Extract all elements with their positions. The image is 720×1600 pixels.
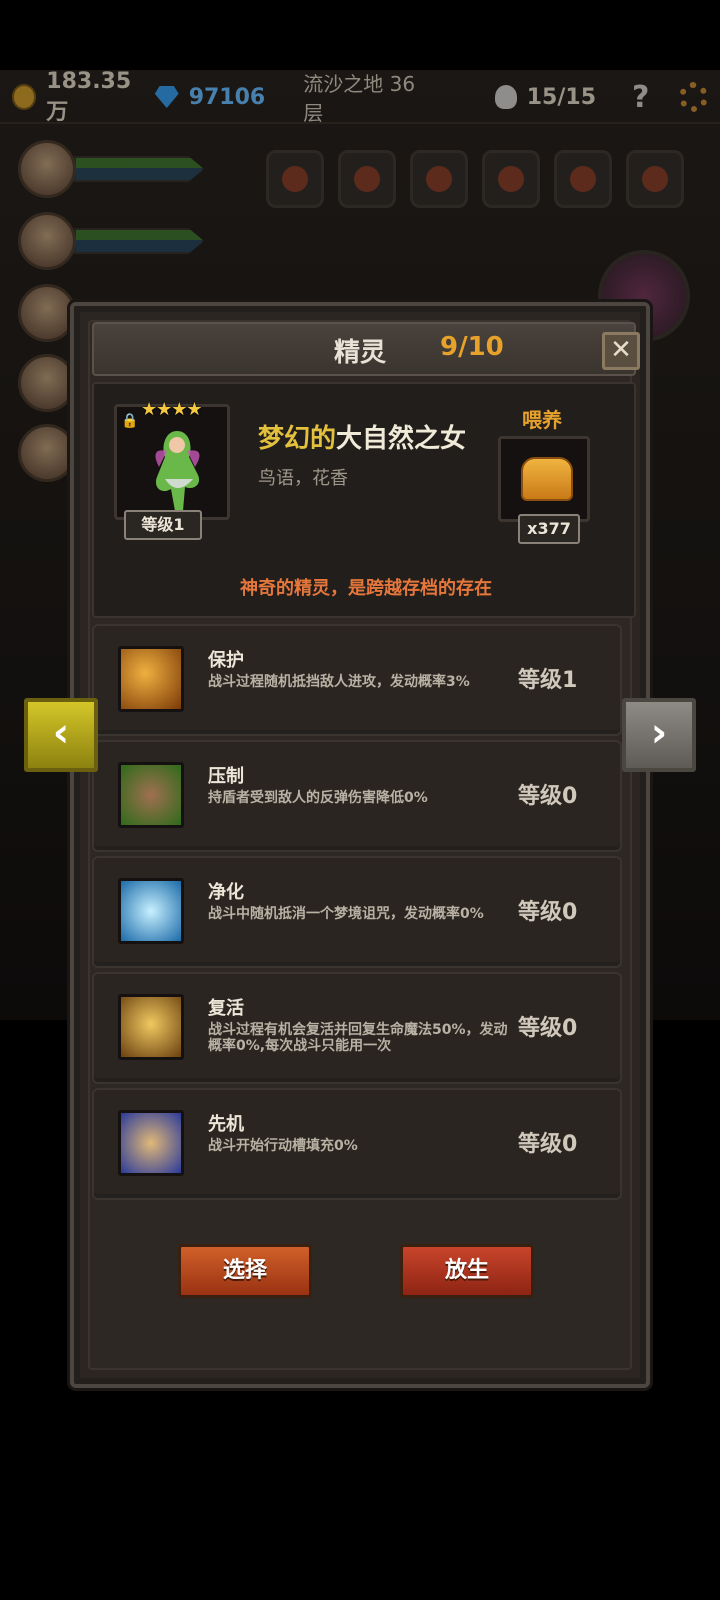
spirit-description: 神奇的精灵，是跨越存档的存在 xyxy=(240,578,492,599)
skill-row[interactable]: 净化 战斗中随机抵消一个梦境诅咒，发动概率0% 等级0 xyxy=(92,856,622,968)
skill-level: 等级0 xyxy=(518,784,578,809)
skill-description: 战斗过程有机会复活并回复生命魔法50%，发动概率0%,每次战斗只能用一次 xyxy=(208,1022,508,1054)
spirit-name-main: 大自然之女 xyxy=(336,424,467,454)
diamond-icon xyxy=(154,86,179,108)
skill-level: 等级0 xyxy=(518,900,578,925)
skill-slot-icon[interactable] xyxy=(554,150,612,208)
feed-label: 喂养 xyxy=(522,408,562,432)
star-rating: ★★★★ xyxy=(141,399,203,420)
skull-icon xyxy=(494,85,517,109)
location-label: 流沙之地 36层 xyxy=(303,72,416,125)
skill-slot-icon[interactable] xyxy=(266,150,324,208)
select-button[interactable]: 选择 xyxy=(178,1244,312,1298)
hero-avatar[interactable] xyxy=(18,140,76,198)
help-icon[interactable]: ? xyxy=(632,80,649,115)
leopard-icon xyxy=(118,1110,184,1176)
skill-name: 复活 xyxy=(208,998,244,1019)
spirit-subtitle: 鸟语，花香 xyxy=(258,468,348,489)
lock-icon[interactable]: 🔒 xyxy=(121,413,138,429)
dialog-title: 精灵 xyxy=(334,338,387,368)
skill-level: 等级0 xyxy=(518,1132,578,1157)
skill-name: 先机 xyxy=(208,1114,244,1135)
skill-description: 战斗中随机抵消一个梦境诅咒，发动概率0% xyxy=(208,906,484,922)
hero-avatar[interactable] xyxy=(18,284,76,342)
gold-coin-icon xyxy=(12,84,37,110)
skill-description: 持盾者受到敌人的反弹伤害降低0% xyxy=(208,790,428,806)
next-arrow-button[interactable]: › xyxy=(622,698,696,772)
fairy-character-icon xyxy=(155,431,200,511)
top-status-bar: 183.35万 97106 流沙之地 36层 15/15 ? xyxy=(0,68,720,125)
bread-count: x377 xyxy=(518,514,580,544)
dialog-title-bar: 精灵 9/10 ✕ xyxy=(92,322,640,376)
revive-figure-icon xyxy=(118,994,184,1060)
beast-claw-icon xyxy=(118,762,184,828)
skill-name: 保护 xyxy=(208,650,244,671)
hero-avatar[interactable] xyxy=(18,424,76,482)
skill-description: 战斗开始行动槽填充0% xyxy=(208,1138,358,1154)
skill-row[interactable]: 压制 持盾者受到敌人的反弹伤害降低0% 等级0 xyxy=(92,740,622,852)
blue-flower-icon xyxy=(118,878,184,944)
skill-row[interactable]: 先机 战斗开始行动槽填充0% 等级0 xyxy=(92,1088,622,1200)
prev-arrow-button[interactable]: ‹ xyxy=(24,698,98,772)
skill-level: 等级1 xyxy=(518,668,578,693)
shield-aura-icon xyxy=(118,646,184,712)
bread-icon xyxy=(521,457,573,501)
skill-slot-icon[interactable] xyxy=(410,150,468,208)
skill-row[interactable]: 复活 战斗过程有机会复活并回复生命魔法50%，发动概率0%,每次战斗只能用一次 … xyxy=(92,972,622,1084)
gold-amount: 183.35万 xyxy=(46,68,132,125)
spirit-name-prefix: 梦幻的 xyxy=(258,424,337,454)
spirit-dialog: 精灵 9/10 ✕ 🔒 ★★★★ 等级1 梦幻的大自然之女 鸟语，花香 喂养 x… xyxy=(70,302,650,1388)
skill-description: 战斗过程随机抵挡敌人进攻，发动概率3% xyxy=(208,674,470,690)
spirit-level-badge: 等级1 xyxy=(124,510,202,540)
kill-count: 15/15 xyxy=(526,84,597,110)
skill-row[interactable]: 保护 战斗过程随机抵挡敌人进攻，发动概率3% 等级1 xyxy=(92,624,622,736)
release-button[interactable]: 放生 xyxy=(400,1244,534,1298)
gem-amount: 97106 xyxy=(188,84,266,110)
skill-name: 压制 xyxy=(208,766,244,787)
spirit-name: 梦幻的大自然之女 xyxy=(258,418,466,455)
hero-health-bar xyxy=(74,156,204,182)
skill-slot-icon[interactable] xyxy=(626,150,684,208)
feed-button[interactable] xyxy=(498,436,590,522)
hero-health-bar xyxy=(74,228,204,254)
spirit-info-panel: 🔒 ★★★★ 等级1 梦幻的大自然之女 鸟语，花香 喂养 x377 神奇的精灵，… xyxy=(92,382,636,618)
hero-avatar[interactable] xyxy=(18,354,76,412)
hero-avatar[interactable] xyxy=(18,212,76,270)
spirit-count: 9/10 xyxy=(440,332,504,362)
close-button[interactable]: ✕ xyxy=(602,332,640,370)
skill-slot-icon[interactable] xyxy=(482,150,540,208)
skill-level: 等级0 xyxy=(518,1016,578,1041)
spirit-portrait[interactable]: 🔒 ★★★★ xyxy=(114,399,230,520)
skill-slot-icon[interactable] xyxy=(338,150,396,208)
gear-icon[interactable] xyxy=(679,82,708,112)
skill-name: 净化 xyxy=(208,882,244,903)
